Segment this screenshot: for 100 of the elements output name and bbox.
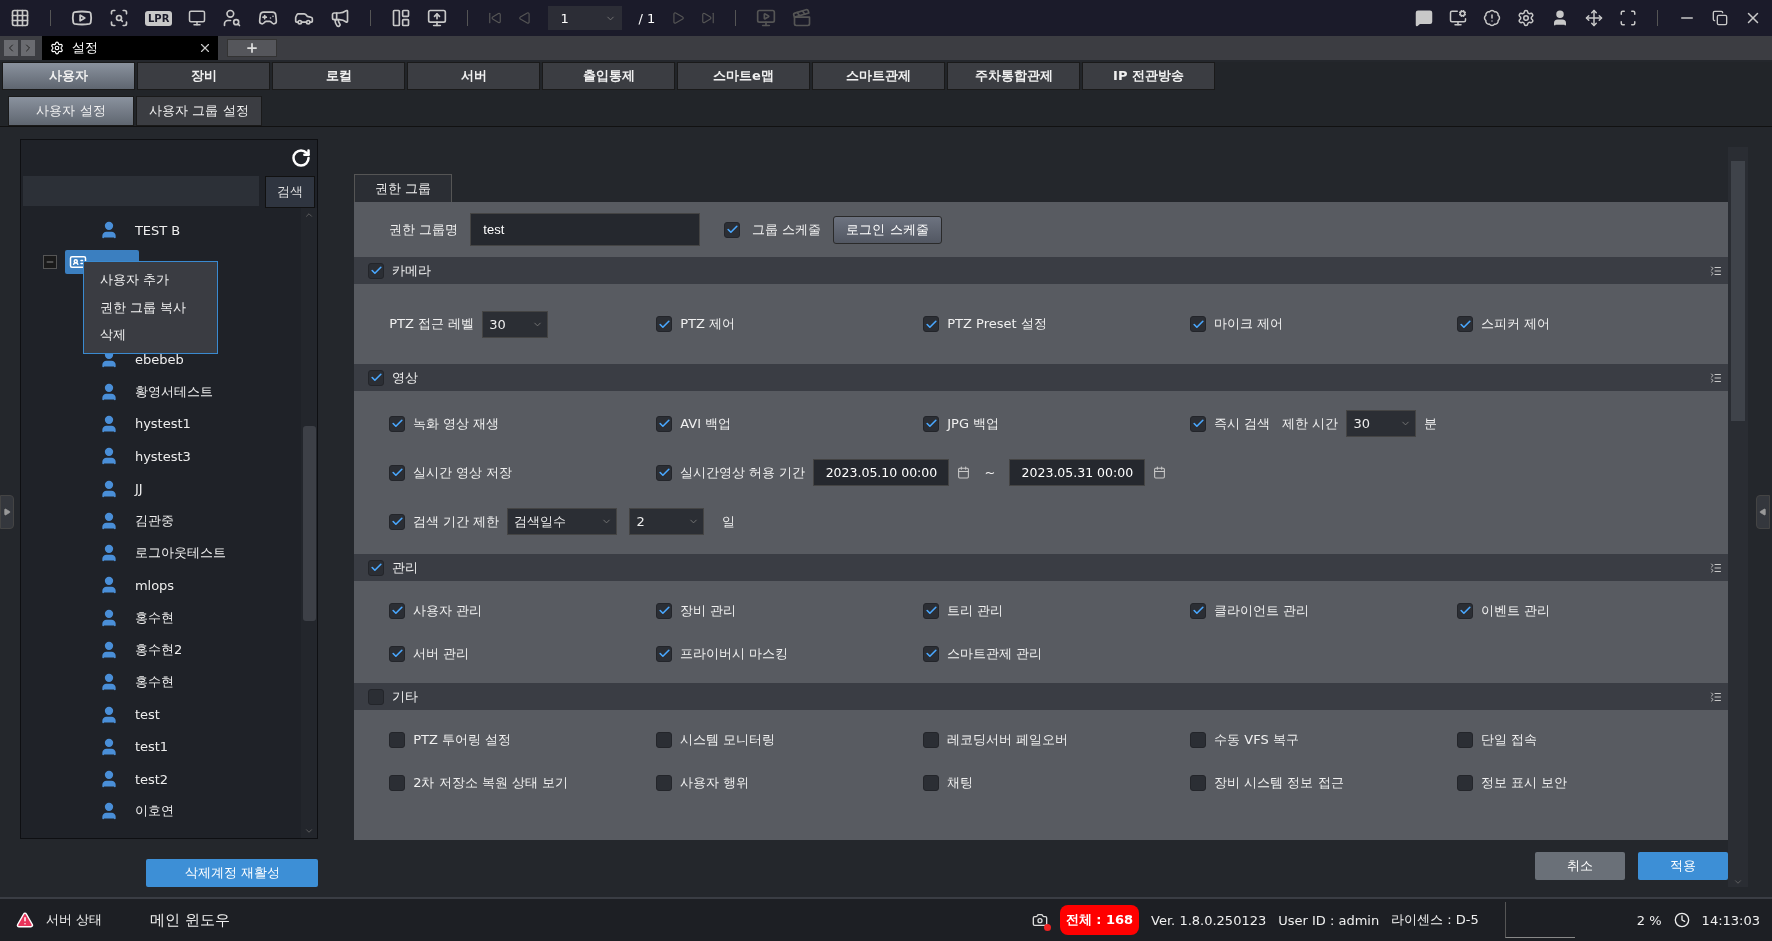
calendar-icon[interactable] <box>1153 466 1167 479</box>
refresh-icon[interactable] <box>291 148 312 168</box>
calendar-icon[interactable] <box>957 466 971 479</box>
checkbox[interactable] <box>1190 731 1207 748</box>
main-tab[interactable]: 로컬 <box>272 62 405 90</box>
checkbox[interactable] <box>1457 316 1474 332</box>
user-name[interactable]: 홍수현 <box>134 608 174 627</box>
checkbox[interactable] <box>656 316 673 332</box>
checkbox[interactable] <box>656 415 673 432</box>
menu-item[interactable]: 사용자 추가 <box>83 266 217 294</box>
days-select[interactable]: 2 <box>629 508 705 535</box>
checkbox[interactable] <box>389 415 406 432</box>
checkbox[interactable] <box>368 559 385 576</box>
user-name[interactable]: hystest3 <box>134 448 191 464</box>
checkbox[interactable] <box>656 731 673 748</box>
expand-left-icon[interactable] <box>0 495 14 529</box>
level-select[interactable]: 30 <box>482 310 549 338</box>
scrollbar[interactable] <box>301 208 318 838</box>
checkbox[interactable] <box>368 262 385 279</box>
main-tab[interactable]: 스마트관제 <box>812 62 945 90</box>
gamepad-icon[interactable] <box>258 8 279 28</box>
main-tab[interactable]: 스마트e맵 <box>677 62 810 90</box>
search-field[interactable] <box>22 176 260 206</box>
alert-icon[interactable] <box>1483 9 1501 27</box>
main-tab[interactable]: 출입통제 <box>542 62 675 90</box>
collapse-toggle[interactable] <box>42 255 57 270</box>
panel-tab[interactable]: 권한 그룹 <box>354 174 453 202</box>
time-select[interactable]: 30 <box>1346 410 1417 437</box>
login-schedule-button[interactable]: 로그인 스케줄 <box>833 215 942 244</box>
checkbox[interactable] <box>389 774 406 791</box>
user-name[interactable]: test <box>134 707 160 723</box>
user-name[interactable]: test1 <box>134 739 169 755</box>
main-tab[interactable]: 서버 <box>407 62 540 90</box>
user-name[interactable]: JJ <box>134 481 143 496</box>
checkbox[interactable] <box>923 731 940 748</box>
mode-select[interactable]: 검색일수 <box>507 508 618 535</box>
checkbox[interactable] <box>724 221 741 238</box>
checkbox[interactable] <box>368 369 385 386</box>
expand-right-icon[interactable] <box>1756 495 1771 529</box>
layout-icon[interactable] <box>391 8 412 28</box>
collapse-icon[interactable] <box>1710 690 1723 703</box>
date-field[interactable]: 2023.05.10 00:00 <box>813 459 950 486</box>
group-name-field[interactable]: test <box>470 213 701 246</box>
collapse-icon[interactable] <box>1710 561 1723 574</box>
checkbox[interactable] <box>923 774 940 791</box>
add-tab-button[interactable] <box>227 39 277 57</box>
scrollbar[interactable] <box>1728 147 1749 887</box>
sub-tab[interactable]: 사용자 그룹 설정 <box>136 96 262 126</box>
cancel-button[interactable]: 취소 <box>1535 852 1626 880</box>
user-name[interactable]: mlops <box>134 577 175 593</box>
date-field[interactable]: 2023.05.31 00:00 <box>1009 459 1146 486</box>
checkbox[interactable] <box>1190 602 1207 619</box>
page-select[interactable]: 1 <box>548 6 623 30</box>
user-name[interactable]: 이호연 <box>134 802 174 821</box>
checkbox[interactable] <box>656 774 673 791</box>
checkbox[interactable] <box>389 513 406 530</box>
user-icon[interactable] <box>1551 9 1569 27</box>
server-status[interactable]: 서버 상태 <box>46 911 103 929</box>
user-name[interactable]: hystest1 <box>134 416 191 432</box>
checkbox[interactable] <box>389 464 406 481</box>
user-name[interactable]: ebebeb <box>134 351 184 367</box>
main-tab[interactable]: 장비 <box>137 62 270 90</box>
checkbox[interactable] <box>923 316 940 332</box>
user-search-icon[interactable] <box>222 8 243 28</box>
main-tab[interactable]: IP 전관방송 <box>1082 62 1215 90</box>
menu-item[interactable]: 권한 그룹 복사 <box>83 293 217 322</box>
user-name[interactable]: 로그아웃테스트 <box>134 544 226 563</box>
user-name[interactable]: 홍수현2 <box>134 641 183 659</box>
checkbox[interactable] <box>923 602 940 619</box>
checkbox[interactable] <box>1457 602 1474 619</box>
main-tab[interactable]: 사용자 <box>2 62 135 90</box>
checkbox[interactable] <box>923 645 940 662</box>
checkbox[interactable] <box>368 688 385 705</box>
search-button[interactable]: 검색 <box>265 176 316 208</box>
lpr-icon[interactable]: LPR <box>145 10 173 26</box>
checkbox[interactable] <box>656 645 673 662</box>
fullscreen-icon[interactable] <box>1619 9 1637 27</box>
checkbox[interactable] <box>1457 774 1474 791</box>
collapse-icon[interactable] <box>1710 371 1723 384</box>
checkbox[interactable] <box>1190 774 1207 791</box>
scroll-thumb[interactable] <box>302 425 316 621</box>
document-tab[interactable]: 설정 <box>42 36 218 60</box>
checkbox[interactable] <box>1457 731 1474 748</box>
user-name[interactable]: 홍수현 <box>134 673 174 692</box>
user-name[interactable]: 황영서테스트 <box>134 382 213 401</box>
user-name[interactable]: TEST B <box>134 222 181 238</box>
grid-icon[interactable] <box>10 8 30 28</box>
chat-icon[interactable] <box>1415 9 1433 27</box>
checkbox[interactable] <box>656 602 673 619</box>
move-icon[interactable] <box>1585 9 1603 27</box>
camera-icon[interactable] <box>1031 912 1048 928</box>
megaphone-icon[interactable] <box>330 8 351 28</box>
settings-icon[interactable] <box>1517 9 1535 27</box>
checkbox[interactable] <box>1190 316 1207 332</box>
menu-item[interactable]: 삭제 <box>83 321 217 349</box>
checkbox[interactable] <box>389 645 406 662</box>
checkbox[interactable] <box>656 464 673 481</box>
restore-icon[interactable] <box>1712 10 1728 26</box>
checkbox[interactable] <box>389 731 406 748</box>
checkbox[interactable] <box>389 602 406 619</box>
